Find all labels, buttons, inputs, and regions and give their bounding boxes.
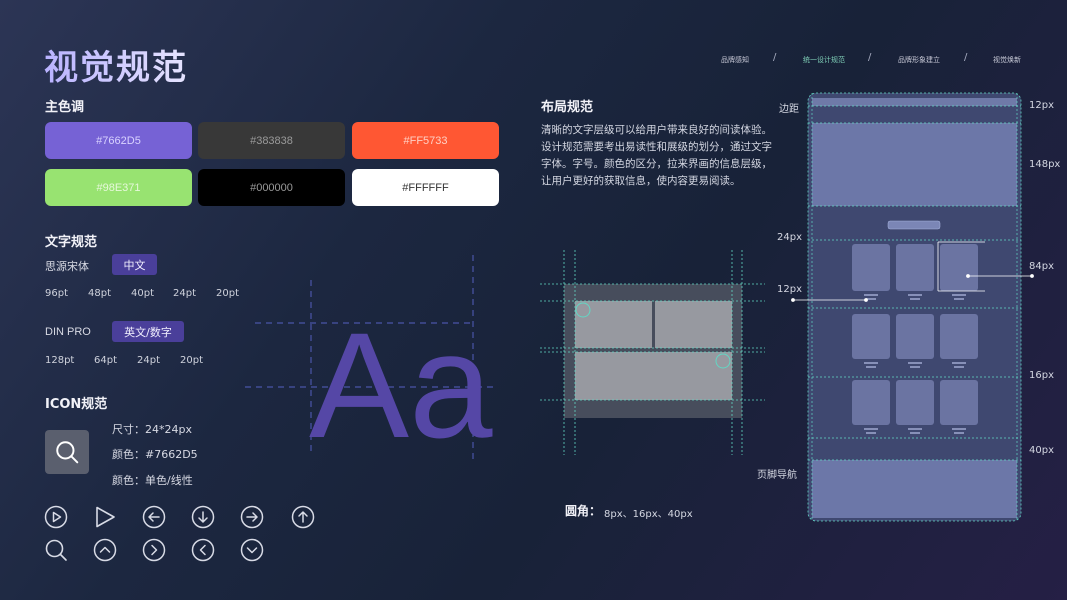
color-swatch-orange: #FF5733	[352, 122, 499, 159]
icon-sample-box	[45, 430, 89, 474]
top-nav: 品牌感知 / 统一设计规范 / 品牌形象建立 / 视觉焕新	[721, 52, 1021, 68]
color-swatch-dark-gray: #383838	[198, 122, 345, 159]
nav-item-brand-perception[interactable]: 品牌感知	[721, 55, 749, 65]
nav-item-unified-spec[interactable]: 统一设计规范	[803, 55, 845, 65]
play-triangle-icon[interactable]	[93, 505, 117, 529]
play-circle-icon[interactable]	[44, 505, 68, 529]
font-cn-chip: 中文	[112, 254, 157, 275]
search-icon	[56, 441, 79, 464]
font-size-label: 20pt	[216, 288, 239, 299]
chevron-down-circle-icon[interactable]	[240, 538, 264, 562]
icon-color-spec: 颜色：#7662D5	[112, 448, 198, 461]
nav-item-visual-refresh[interactable]: 视觉焕新	[993, 55, 1021, 65]
icon-size-spec: 尺寸：24*24px	[112, 423, 192, 436]
font-cn-sizes: 96pt 48pt 40pt 24pt 20pt	[45, 288, 265, 302]
font-size-label: 20pt	[180, 355, 203, 366]
arrow-left-circle-icon[interactable]	[142, 505, 166, 529]
font-en-name: DIN PRO	[45, 326, 91, 338]
font-cn-name: 思源宋体	[45, 260, 89, 273]
font-size-label: 40pt	[131, 288, 154, 299]
font-size-label: 128pt	[45, 355, 75, 366]
arrow-down-circle-icon[interactable]	[191, 505, 215, 529]
chevron-right-circle-icon[interactable]	[142, 538, 166, 562]
font-size-label: 96pt	[45, 288, 68, 299]
font-en-chip: 英文/数字	[112, 321, 184, 342]
colors-title: 主色调	[45, 100, 85, 115]
phone-layout-mockup	[791, 92, 1034, 522]
layout-title: 布局规范	[541, 100, 594, 115]
font-en-sizes: 128pt 64pt 24pt 20pt	[45, 355, 245, 369]
page-title: 视觉规范	[44, 40, 188, 89]
arrow-right-circle-icon[interactable]	[240, 505, 264, 529]
nav-separator: /	[868, 52, 872, 63]
nav-item-brand-image[interactable]: 品牌形象建立	[898, 55, 940, 65]
chevron-up-circle-icon[interactable]	[93, 538, 117, 562]
nav-separator: /	[773, 52, 777, 63]
radius-values: 8px、16px、40px	[604, 509, 693, 520]
radius-label: 圆角：	[565, 504, 602, 518]
arrow-up-circle-icon[interactable]	[291, 505, 315, 529]
font-size-label: 64pt	[94, 355, 117, 366]
color-swatch-black: #000000	[198, 169, 345, 206]
font-size-label: 24pt	[173, 288, 196, 299]
font-size-label: 48pt	[88, 288, 111, 299]
icon-style-spec: 颜色：单色/线性	[112, 474, 193, 487]
layout-description: 清晰的文字层级可以给用户带来良好的间读体验。设计规范需要考出易读性和展级的划分，…	[541, 124, 772, 187]
type-sample-aa: Aa	[309, 301, 493, 469]
color-swatch-white: #FFFFFF	[352, 169, 499, 206]
color-swatch-green: #98E371	[45, 169, 192, 206]
search-icon[interactable]	[44, 538, 68, 562]
font-size-label: 24pt	[137, 355, 160, 366]
layout-grid-diagram	[540, 250, 765, 455]
color-swatch-purple: #7662D5	[45, 122, 192, 159]
nav-separator: /	[964, 52, 968, 63]
typography-title: 文字规范	[45, 235, 98, 250]
icon-section-title: ICON规范	[45, 397, 108, 412]
chevron-left-circle-icon[interactable]	[191, 538, 215, 562]
